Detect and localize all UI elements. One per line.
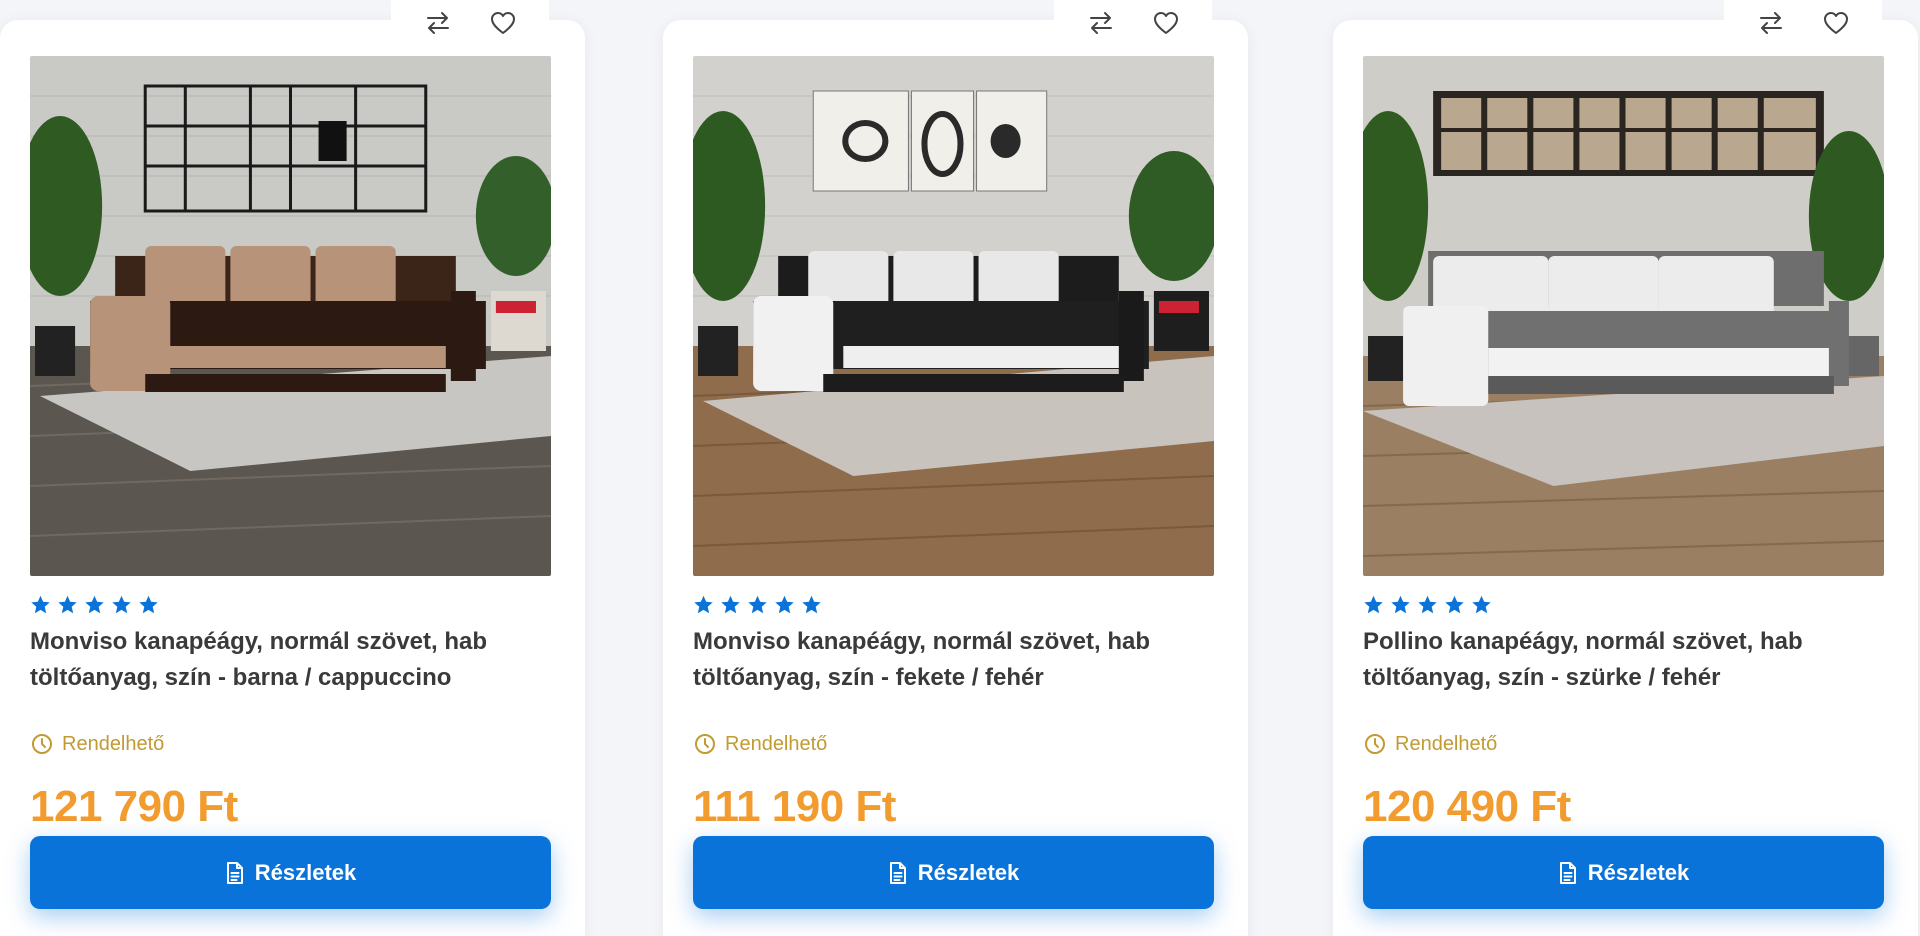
- product-image[interactable]: [30, 56, 551, 576]
- product-price: 111 190 Ft: [693, 782, 896, 831]
- heart-icon[interactable]: [1146, 3, 1186, 43]
- availability-status: Rendelhető: [693, 732, 827, 756]
- card-actions: [391, 0, 549, 46]
- details-button-label: Részletek: [1587, 859, 1690, 885]
- product-title[interactable]: Monviso kanapéágy, normál szövet, hab tö…: [30, 624, 560, 696]
- document-icon: [226, 861, 243, 884]
- clock-icon: [695, 734, 715, 754]
- star-icon: [802, 595, 821, 614]
- document-icon: [1559, 861, 1576, 884]
- compare-icon[interactable]: [418, 3, 458, 43]
- details-button-label: Részletek: [254, 859, 357, 885]
- star-icon: [139, 595, 158, 614]
- details-button[interactable]: Részletek: [1363, 836, 1884, 909]
- product-grid: Monviso kanapéágy, normál szövet, hab tö…: [0, 0, 1920, 936]
- product-price: 121 790 Ft: [30, 782, 238, 831]
- details-button[interactable]: Részletek: [30, 836, 551, 909]
- star-icon: [112, 595, 131, 614]
- availability-status: Rendelhető: [1363, 732, 1497, 756]
- product-title[interactable]: Pollino kanapéágy, normál szövet, hab tö…: [1363, 624, 1893, 696]
- card-actions: [1054, 0, 1212, 46]
- clock-icon: [32, 734, 52, 754]
- star-icon: [748, 595, 767, 614]
- availability-label: Rendelhető: [62, 732, 165, 755]
- availability-status: Rendelhető: [30, 732, 164, 756]
- product-card: Pollino kanapéágy, normál szövet, hab tö…: [1333, 0, 1918, 936]
- star-icon: [1445, 595, 1464, 614]
- star-icon: [1418, 595, 1437, 614]
- star-icon: [31, 595, 50, 614]
- document-icon: [889, 861, 906, 884]
- product-image[interactable]: [693, 56, 1214, 576]
- star-icon: [775, 595, 794, 614]
- heart-icon[interactable]: [483, 3, 523, 43]
- details-button[interactable]: Részletek: [693, 836, 1214, 909]
- heart-icon[interactable]: [1816, 3, 1856, 43]
- star-icon: [1364, 595, 1383, 614]
- star-icon: [58, 595, 77, 614]
- availability-label: Rendelhető: [725, 732, 828, 755]
- clock-icon: [1365, 734, 1385, 754]
- star-icon: [85, 595, 104, 614]
- product-card: Monviso kanapéágy, normál szövet, hab tö…: [663, 0, 1248, 936]
- card-actions: [1724, 0, 1882, 46]
- star-icon: [694, 595, 713, 614]
- product-image[interactable]: [1363, 56, 1884, 576]
- details-button-label: Részletek: [917, 859, 1020, 885]
- rating-stars: [1363, 594, 1492, 615]
- compare-icon[interactable]: [1081, 3, 1121, 43]
- availability-label: Rendelhető: [1395, 732, 1498, 755]
- product-title[interactable]: Monviso kanapéágy, normál szövet, hab tö…: [693, 624, 1223, 696]
- rating-stars: [693, 594, 822, 615]
- star-icon: [1391, 595, 1410, 614]
- product-price: 120 490 Ft: [1363, 782, 1571, 831]
- star-icon: [721, 595, 740, 614]
- rating-stars: [30, 594, 159, 615]
- product-card: Monviso kanapéágy, normál szövet, hab tö…: [0, 0, 585, 936]
- star-icon: [1472, 595, 1491, 614]
- compare-icon[interactable]: [1751, 3, 1791, 43]
